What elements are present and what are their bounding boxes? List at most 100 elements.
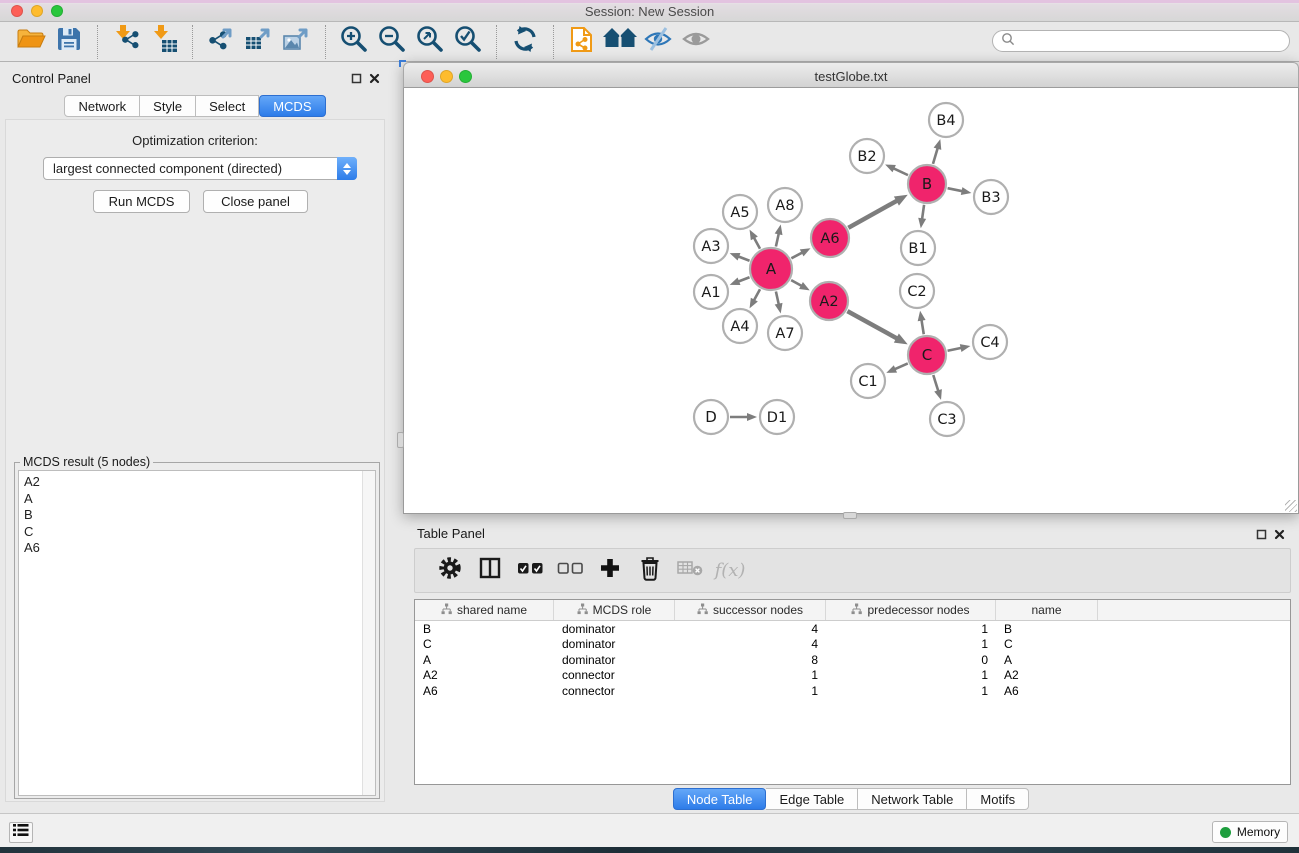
hide-graphics-details-button[interactable] [639, 24, 677, 60]
column-header-name[interactable]: name [996, 600, 1098, 620]
splitter-handle-bottom[interactable] [843, 512, 857, 519]
table-tab-edge-table[interactable]: Edge Table [766, 788, 858, 810]
export-network-button[interactable] [202, 24, 240, 60]
home-button[interactable] [601, 24, 639, 60]
zoom-in-button[interactable] [335, 24, 373, 60]
tab-select[interactable]: Select [196, 95, 259, 117]
cell-MCDS-role[interactable]: connector [554, 684, 675, 698]
zoom-out-button[interactable] [373, 24, 411, 60]
graph-edge-B-B3[interactable] [948, 188, 964, 191]
add-column-button[interactable] [591, 552, 629, 590]
graph-edge-C-C1[interactable] [894, 363, 908, 369]
cell-successor-nodes[interactable]: 1 [675, 668, 826, 682]
import-network-button[interactable] [107, 24, 145, 60]
export-table-button[interactable] [240, 24, 278, 60]
mcds-result-item[interactable]: A2 [19, 474, 375, 491]
graph-edge-A-A5[interactable] [753, 237, 760, 249]
graph-edge-B-B4[interactable] [933, 147, 938, 164]
column-header-successor-nodes[interactable]: successor nodes [675, 600, 826, 620]
run-mcds-button[interactable]: Run MCDS [93, 190, 190, 213]
mcds-result-item[interactable]: C [19, 524, 375, 541]
search-input[interactable] [1020, 34, 1281, 49]
column-header-predecessor-nodes[interactable]: predecessor nodes [826, 600, 996, 620]
memory-button[interactable]: Memory [1212, 821, 1288, 843]
cell-shared-name[interactable]: C [415, 637, 554, 651]
table-tab-network-table[interactable]: Network Table [858, 788, 967, 810]
table-row[interactable]: Cdominator41C [415, 637, 1290, 653]
zoom-fit-button[interactable] [411, 24, 449, 60]
cell-shared-name[interactable]: A2 [415, 668, 554, 682]
cell-MCDS-role[interactable]: dominator [554, 622, 675, 636]
mcds-result-item[interactable]: B [19, 507, 375, 524]
close-panel-icon[interactable] [368, 72, 380, 84]
graph-edge-B-B1[interactable] [922, 205, 924, 220]
column-header-shared-name[interactable]: shared name [415, 600, 554, 620]
mcds-result-item[interactable]: A6 [19, 540, 375, 557]
delete-column-button[interactable] [631, 552, 669, 590]
cell-shared-name[interactable]: B [415, 622, 554, 636]
graph-edge-C-C2[interactable] [921, 319, 923, 335]
graph-edge-A2-C[interactable] [847, 311, 898, 339]
deselect-all-button[interactable] [551, 552, 589, 590]
table-row[interactable]: A2connector11A2 [415, 668, 1290, 684]
network-file-button[interactable] [563, 24, 601, 60]
cell-name[interactable]: A [996, 653, 1098, 667]
cell-predecessor-nodes[interactable]: 0 [826, 653, 996, 667]
cell-successor-nodes[interactable]: 8 [675, 653, 826, 667]
table-row[interactable]: A6connector11A6 [415, 683, 1290, 699]
function-builder-button[interactable]: f(x) [711, 552, 749, 590]
resize-grip[interactable] [1285, 500, 1297, 512]
tab-mcds[interactable]: MCDS [259, 95, 325, 117]
cell-MCDS-role[interactable]: connector [554, 668, 675, 682]
float-panel-icon[interactable] [350, 72, 362, 84]
tab-style[interactable]: Style [140, 95, 196, 117]
close-panel-button[interactable]: Close panel [203, 190, 308, 213]
graph-edge-A-A7[interactable] [776, 291, 779, 305]
network-canvas[interactable]: AA1A3A4A5A7A8A6A2BB1B2B3B4CC1C2C3C4DD1 [403, 88, 1299, 514]
tab-network[interactable]: Network [64, 95, 140, 117]
cell-MCDS-role[interactable]: dominator [554, 653, 675, 667]
table-tab-node-table[interactable]: Node Table [673, 788, 767, 810]
save-session-button[interactable] [50, 24, 88, 60]
cell-successor-nodes[interactable]: 4 [675, 637, 826, 651]
table-row[interactable]: Bdominator41B [415, 621, 1290, 637]
export-image-button[interactable] [278, 24, 316, 60]
cell-MCDS-role[interactable]: dominator [554, 637, 675, 651]
splitter-handle-left[interactable] [397, 432, 404, 448]
search-box[interactable] [992, 30, 1290, 52]
float-table-panel-icon[interactable] [1255, 528, 1267, 540]
column-layout-button[interactable] [471, 552, 509, 590]
graph-edge-C-C3[interactable] [933, 375, 938, 392]
cell-predecessor-nodes[interactable]: 1 [826, 637, 996, 651]
cell-successor-nodes[interactable]: 4 [675, 622, 826, 636]
table-settings-button[interactable] [431, 552, 469, 590]
graph-edge-A-A8[interactable] [776, 232, 779, 246]
cell-name[interactable]: A6 [996, 684, 1098, 698]
cell-predecessor-nodes[interactable]: 1 [826, 684, 996, 698]
graph-edge-B-B2[interactable] [892, 168, 908, 175]
graph-edge-A-A6[interactable] [791, 252, 803, 258]
cell-name[interactable]: B [996, 622, 1098, 636]
graph-edge-C-C4[interactable] [948, 348, 963, 351]
refresh-layout-button[interactable] [506, 24, 544, 60]
criterion-select[interactable]: largest connected component (directed) [43, 157, 357, 180]
zoom-selected-button[interactable] [449, 24, 487, 60]
cell-successor-nodes[interactable]: 1 [675, 684, 826, 698]
graph-edge-A6-B[interactable] [848, 200, 898, 228]
show-graphics-details-button[interactable] [677, 24, 715, 60]
open-file-button[interactable] [12, 24, 50, 60]
cell-predecessor-nodes[interactable]: 1 [826, 668, 996, 682]
delete-table-button[interactable] [671, 552, 709, 590]
cell-shared-name[interactable]: A6 [415, 684, 554, 698]
import-table-button[interactable] [145, 24, 183, 60]
graph-edge-A-A4[interactable] [753, 289, 760, 301]
column-header-MCDS-role[interactable]: MCDS role [554, 600, 675, 620]
list-scrollbar[interactable] [362, 471, 375, 795]
cell-name[interactable]: C [996, 637, 1098, 651]
select-all-button[interactable] [511, 552, 549, 590]
cell-name[interactable]: A2 [996, 668, 1098, 682]
cell-shared-name[interactable]: A [415, 653, 554, 667]
cell-predecessor-nodes[interactable]: 1 [826, 622, 996, 636]
mcds-result-item[interactable]: A [19, 491, 375, 508]
task-history-button[interactable] [9, 822, 33, 843]
